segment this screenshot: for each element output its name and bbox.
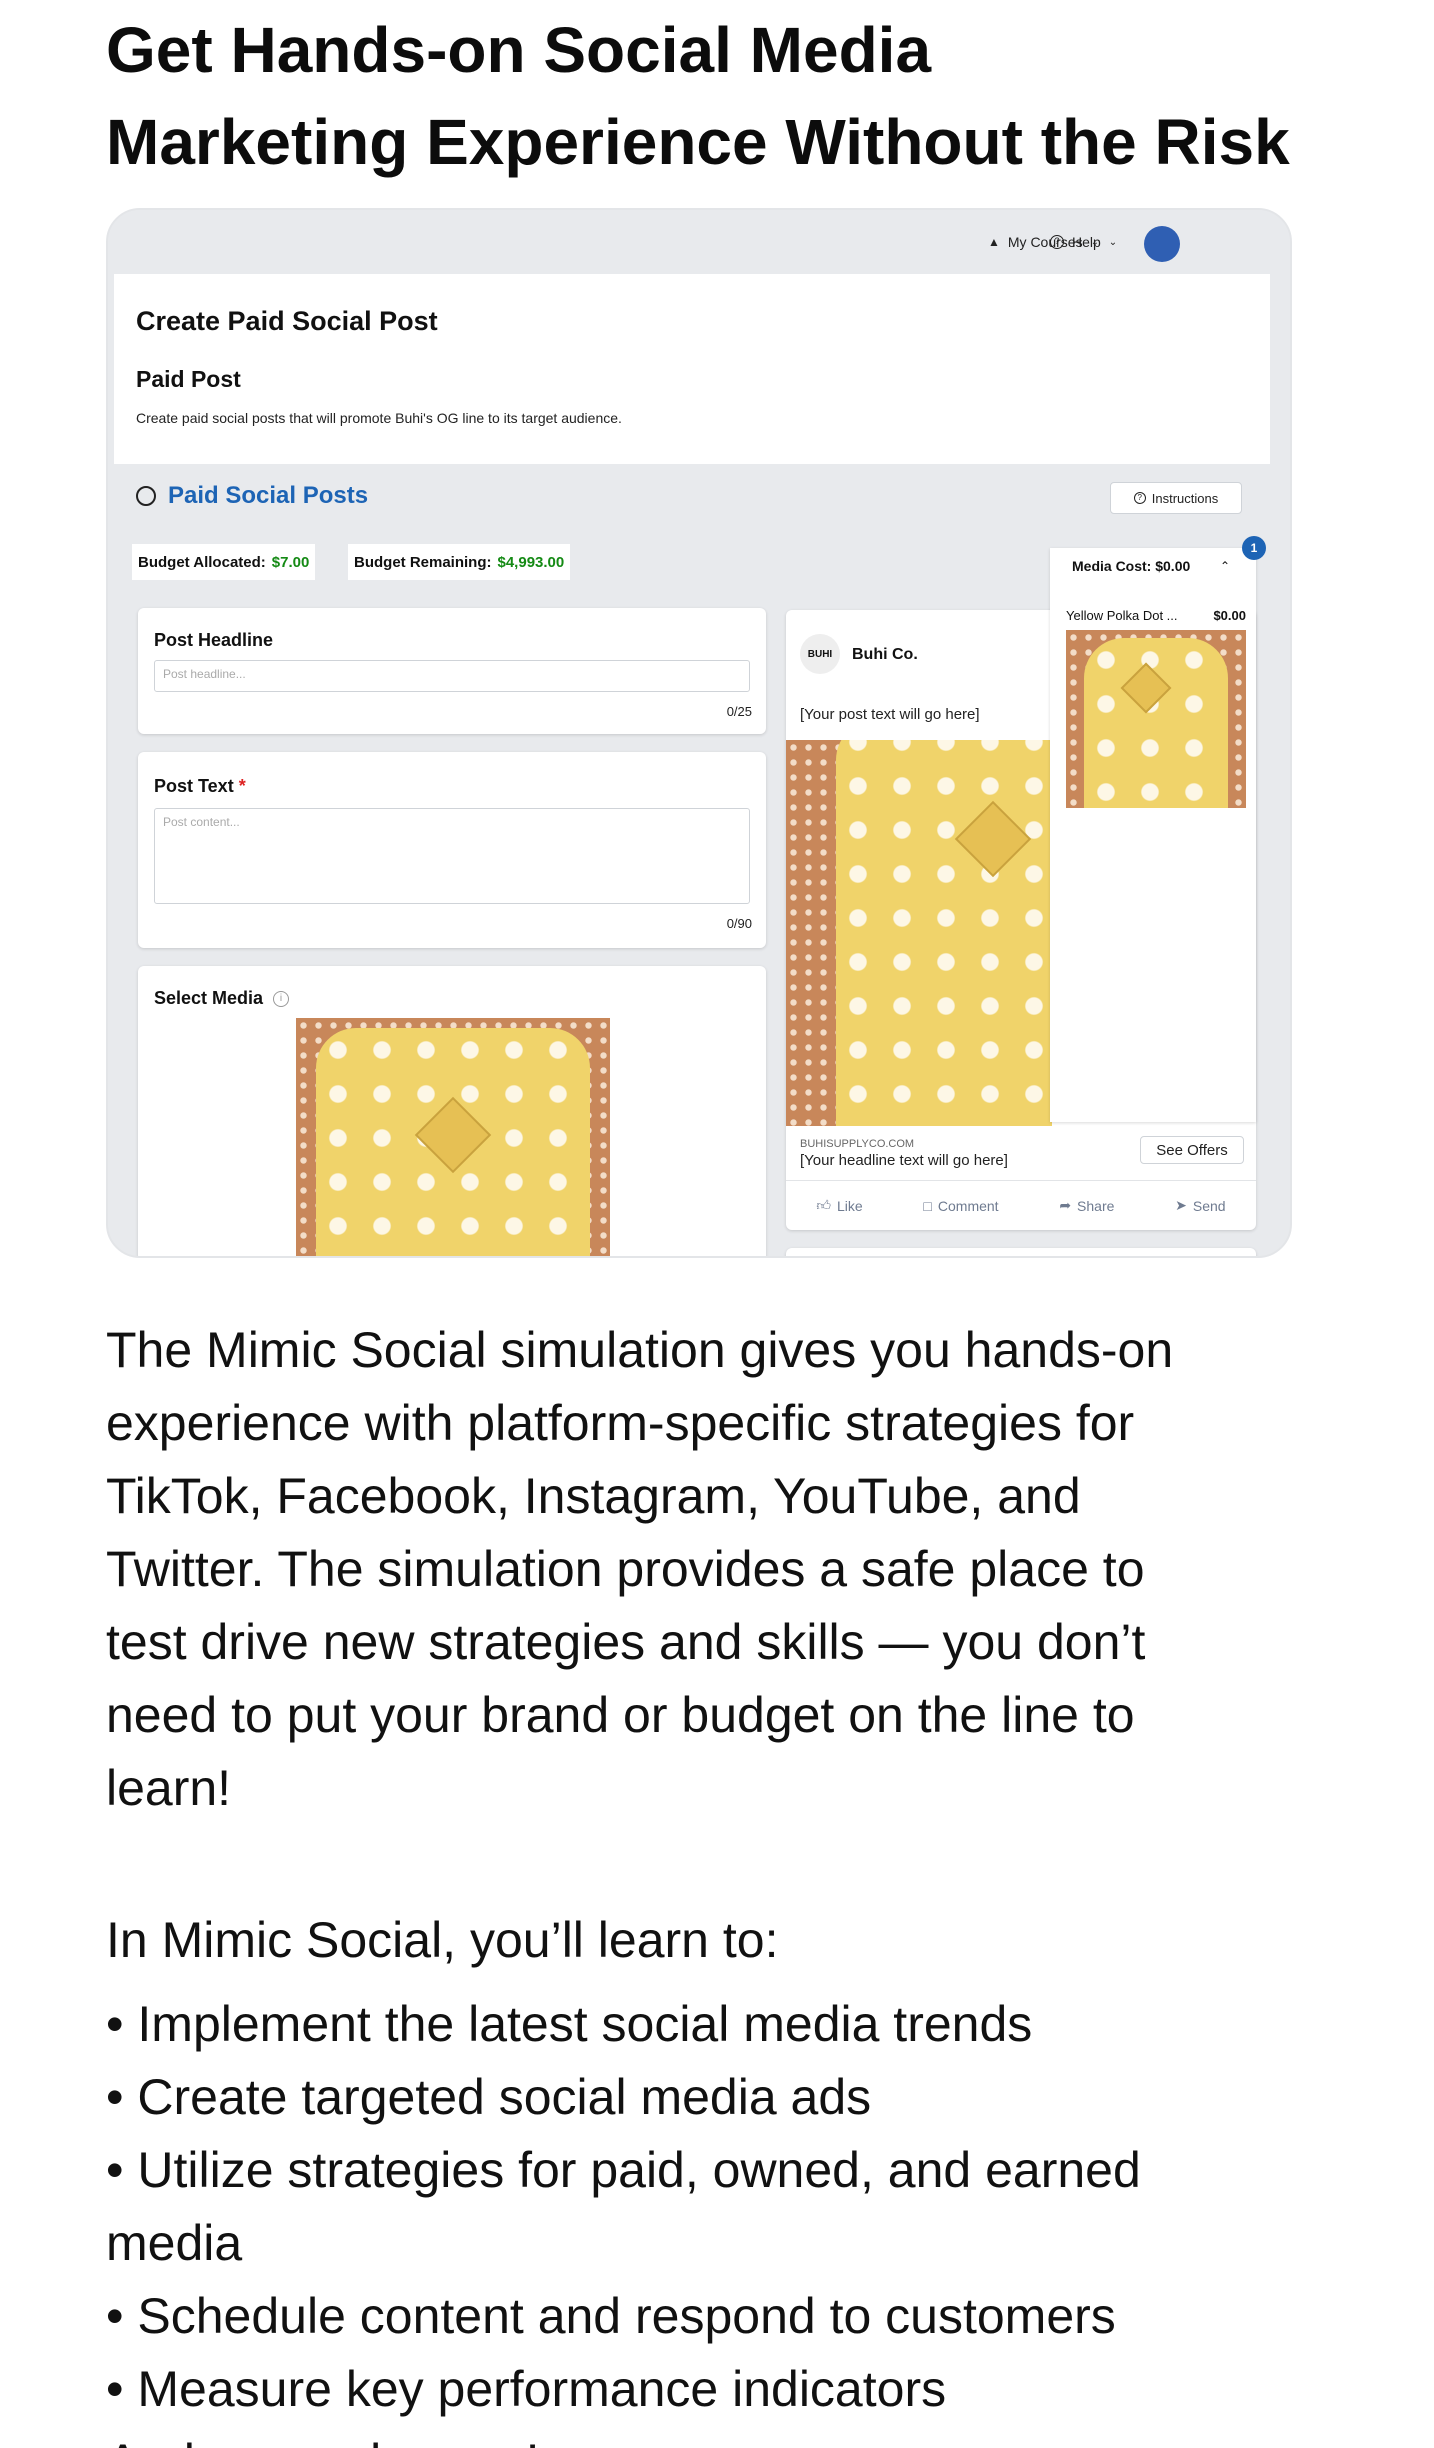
post-text-counter: 0/90 (726, 916, 752, 931)
comment-icon: □ (923, 1197, 932, 1214)
media-thumbnail[interactable] (296, 1018, 610, 1256)
comment-label: Comment (937, 1197, 999, 1214)
learn-list: • Implement the latest social media tren… (106, 1988, 1366, 2448)
app-screenshot: ▲ My Courses ⌄ ? Help ⌄ Create Paid Soci… (106, 208, 1292, 1258)
learn-intro: In Mimic Social, you’ll learn to: (106, 1912, 779, 1968)
comment-button[interactable]: □ Comment (923, 1198, 998, 1214)
list-item: media (106, 2215, 243, 2271)
brand-logo: BUHI (800, 634, 840, 674)
preview-headline: [Your headline text will go here] (800, 1152, 1008, 1169)
post-text-card: Post Text * Post content... 0/90 (138, 752, 766, 948)
budget-remaining: Budget Remaining: $4,993.00 (348, 544, 571, 580)
budget-allocated: Budget Allocated: $7.00 (132, 544, 316, 580)
backpack-image (1084, 638, 1228, 808)
help-icon: ? (1133, 492, 1146, 504)
instructions-button[interactable]: ? Instructions (1110, 482, 1242, 514)
required-mark: * (238, 776, 246, 796)
budget-remaining-label: Budget Remaining: (354, 553, 492, 571)
media-cost-header[interactable]: Media Cost: $0.00 ⌃ (1050, 548, 1256, 584)
preview-image (786, 740, 1052, 1126)
select-media-card: Select Media i (138, 966, 766, 1256)
page-title: Create Paid Social Post (136, 306, 438, 336)
post-text-label: Post Text * (154, 776, 246, 797)
headline-line-2: Marketing Experience Without the Risk (106, 106, 1290, 178)
instructions-label: Instructions (1151, 490, 1219, 506)
post-text-label-text: Post Text (154, 776, 234, 796)
paragraph-line: TikTok, Facebook, Instagram, YouTube, an… (106, 1468, 1081, 1524)
media-item-image (1066, 630, 1246, 808)
see-offers-button[interactable]: See Offers (1140, 1136, 1244, 1164)
app-topbar: ▲ My Courses ⌄ ? Help ⌄ (108, 210, 1290, 274)
section-title-label: Paid Social Posts (168, 482, 369, 509)
list-item: • Measure key performance indicators (106, 2361, 947, 2417)
circle-icon (136, 486, 156, 506)
description-paragraph: The Mimic Social simulation gives you ha… (106, 1314, 1366, 1825)
media-cost-label: Media Cost: $0.00 (1072, 558, 1191, 574)
paragraph-line: experience with platform-specific strate… (106, 1395, 1135, 1451)
share-button[interactable]: ➦ Share (1059, 1197, 1114, 1214)
info-icon[interactable]: i (273, 990, 290, 1007)
post-text-input[interactable]: Post content... (154, 808, 750, 904)
paragraph-line: Twitter. The simulation provides a safe … (106, 1541, 1145, 1597)
media-count-badge: 1 (1242, 536, 1266, 560)
like-label: Like (837, 1197, 863, 1214)
page-headline: Get Hands-on Social Media Marketing Expe… (106, 4, 1356, 188)
paragraph-line: test drive new strategies and skills — y… (106, 1614, 1146, 1670)
backpack-image (836, 740, 1052, 1126)
paragraph-line: need to put your brand or budget on the … (106, 1687, 1135, 1743)
share-label: Share (1077, 1197, 1115, 1214)
post-headline-input[interactable]: Post headline... (154, 660, 750, 692)
send-button[interactable]: ➤ Send (1175, 1197, 1225, 1214)
chevron-up-icon: ⌃ (1219, 559, 1230, 573)
next-card (786, 1248, 1256, 1256)
select-media-header: Select Media i (154, 988, 290, 1009)
post-headline-counter: 0/25 (726, 704, 752, 719)
headline-line-1: Get Hands-on Social Media (106, 14, 932, 86)
closing-line: And so much more! (106, 2426, 1366, 2448)
select-media-label: Select Media (154, 988, 264, 1008)
list-item: • Schedule content and respond to custom… (106, 2288, 1116, 2344)
share-icon: ➦ (1059, 1197, 1072, 1213)
media-item-price: $0.00 (1213, 608, 1246, 623)
preview-post-text: [Your post text will go here] (800, 706, 980, 723)
help-icon: ? (1050, 235, 1064, 249)
list-item: • Create targeted social media ads (106, 2069, 872, 2125)
page-subtitle: Paid Post (136, 366, 241, 392)
help-label: Help (1072, 234, 1101, 250)
media-cost-panel: Media Cost: $0.00 ⌃ Yellow Polka Dot ...… (1050, 548, 1256, 1122)
preview-actions: 👍︎ Like □ Comment ➦ Share ➤ Send (786, 1180, 1256, 1230)
post-headline-label: Post Headline (154, 630, 274, 650)
paragraph-line: The Mimic Social simulation gives you ha… (106, 1322, 1174, 1378)
like-button[interactable]: 👍︎ Like (816, 1197, 862, 1214)
send-label: Send (1192, 1197, 1226, 1214)
post-headline-card: Post Headline Post headline... 0/25 (138, 608, 766, 734)
budget-remaining-value: $4,993.00 (497, 553, 565, 571)
page-description: Create paid social posts that will promo… (136, 410, 622, 426)
paragraph-line: learn! (106, 1760, 232, 1816)
thumbs-up-icon: 👍︎ (816, 1197, 831, 1213)
list-item: • Implement the latest social media tren… (106, 1996, 1033, 2052)
media-item-name: Yellow Polka Dot ... (1066, 608, 1178, 623)
send-icon: ➤ (1175, 1197, 1187, 1213)
course-icon: ▲ (988, 235, 1000, 249)
page-header-card: Create Paid Social Post Paid Post Create… (114, 274, 1270, 464)
media-cost-item: Yellow Polka Dot ... $0.00 (1066, 608, 1246, 623)
avatar[interactable] (1144, 226, 1180, 262)
help-menu[interactable]: ? Help ⌄ (1050, 234, 1117, 250)
list-item: • Utilize strategies for paid, owned, an… (106, 2142, 1141, 2198)
budget-allocated-value: $7.00 (271, 553, 310, 571)
preview-url: BUHISUPPLYCO.COM (800, 1138, 915, 1150)
section-title: Paid Social Posts (136, 482, 368, 510)
budget-allocated-label: Budget Allocated: (138, 553, 266, 571)
chevron-down-icon: ⌄ (1108, 236, 1118, 248)
brand-name: Buhi Co. (852, 646, 918, 663)
